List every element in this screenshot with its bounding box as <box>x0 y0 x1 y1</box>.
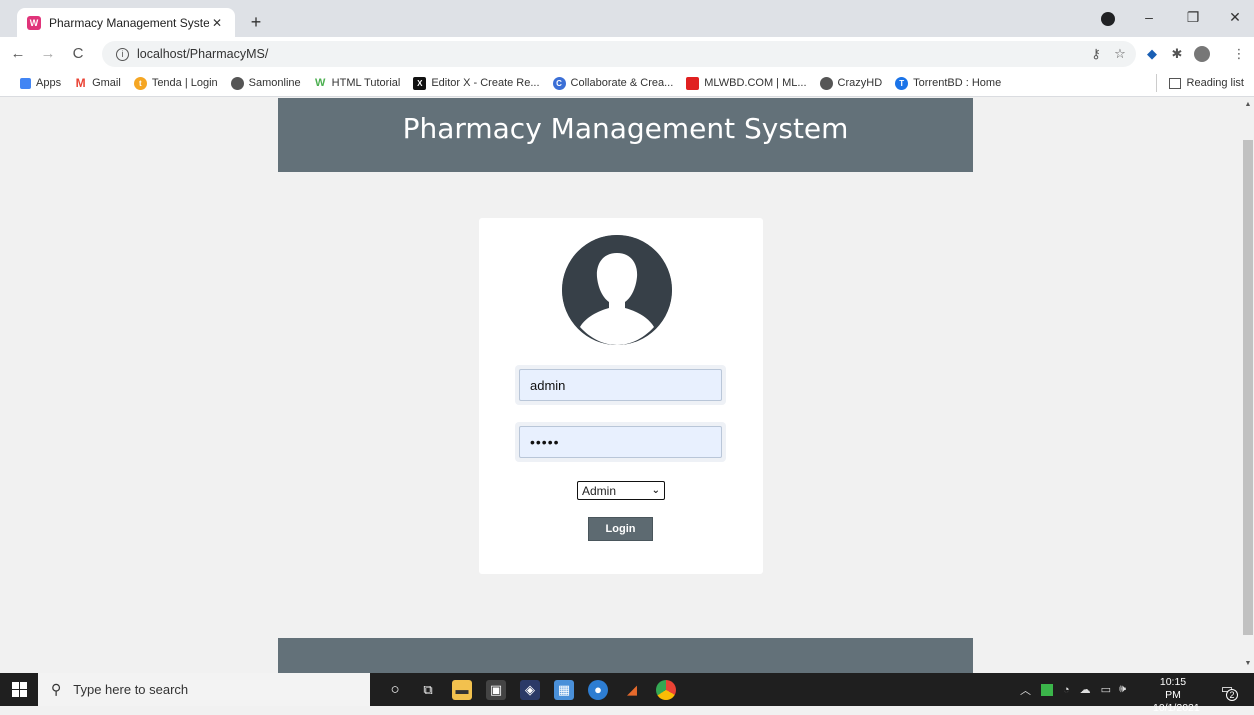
login-card: admin ••••• Admin ⌄ Login <box>479 218 763 574</box>
back-icon[interactable]: ← <box>6 45 30 62</box>
clock-time: 10:15 PM <box>1159 676 1187 701</box>
bookmark-html-tutorial[interactable]: W HTML Tutorial <box>314 76 401 90</box>
bookmark-crazyhd[interactable]: CrazyHD <box>819 76 883 90</box>
notification-count: 2 <box>1226 689 1238 701</box>
app-icon[interactable]: ▦ <box>554 680 574 700</box>
chevron-down-icon: ⌄ <box>651 485 660 496</box>
url-text: localhost/PharmacyMS/ <box>137 47 269 61</box>
restore-button[interactable]: ❐ <box>1180 6 1206 28</box>
bookmark-label: CrazyHD <box>837 77 883 89</box>
canva-icon: C <box>552 76 566 90</box>
bookmark-torrentbd[interactable]: T TorrentBD : Home <box>895 76 1002 90</box>
site-header: Pharmacy Management System <box>278 98 973 172</box>
tab-title: Pharmacy Management System <box>49 15 209 30</box>
chrome-icon[interactable] <box>656 680 676 700</box>
wampserver-favicon-icon: W <box>27 15 41 30</box>
reload-icon[interactable]: C <box>66 45 90 62</box>
firefox-icon[interactable]: ● <box>588 680 608 700</box>
globe-icon <box>230 76 244 90</box>
bookmark-label: Samonline <box>248 77 301 89</box>
reading-list-icon <box>1168 77 1181 89</box>
file-explorer-icon[interactable]: ▬ <box>452 680 472 700</box>
globe-icon <box>819 76 833 90</box>
role-select[interactable]: Admin ⌄ <box>577 481 665 500</box>
onedrive-cloud-icon[interactable]: ☁ <box>1080 683 1091 696</box>
scroll-up-arrow-icon[interactable]: ▲ <box>1243 101 1253 108</box>
bookmark-gmail[interactable]: M Gmail <box>74 75 121 90</box>
login-button[interactable]: Login <box>588 517 653 541</box>
page-viewport: Pharmacy Management System admin ••••• A… <box>0 98 1241 673</box>
minimize-button[interactable]: – <box>1136 6 1162 28</box>
task-view-icon[interactable]: ⧉ <box>418 680 438 700</box>
w3-icon: W <box>314 76 326 89</box>
close-tab-icon[interactable]: ✕ <box>209 16 225 30</box>
taskbar-clock[interactable]: 10:15 PM 10/1/2021 <box>1153 676 1200 715</box>
menu-kebab-icon[interactable]: ⋮ <box>1230 45 1248 63</box>
battery-icon[interactable]: ▭ <box>1101 683 1111 696</box>
bookmark-label: Gmail <box>92 77 121 89</box>
cortana-icon[interactable]: ○ <box>385 680 405 700</box>
bookmark-samonline[interactable]: Samonline <box>230 76 301 90</box>
password-field-wrapper: ••••• <box>515 422 726 462</box>
search-icon: ⚲ <box>51 681 62 697</box>
chevron-up-icon[interactable]: ︿ <box>1020 682 1031 698</box>
tray-app-icon[interactable] <box>1041 683 1053 696</box>
site-footer <box>278 638 973 673</box>
close-window-button[interactable]: ✕ <box>1222 6 1248 28</box>
bookmark-star-icon[interactable]: ☆ <box>1111 45 1129 63</box>
browser-tab[interactable]: W Pharmacy Management System ✕ <box>17 8 235 37</box>
microsoft-store-icon[interactable]: ▣ <box>486 680 506 700</box>
volume-icon[interactable]: 🕪 <box>1119 683 1126 696</box>
bookmarks-bar: Apps M Gmail t Tenda | Login Samonline W HT… <box>0 70 1254 97</box>
username-input[interactable]: admin <box>519 369 722 401</box>
system-tray: ︿ ◔ ☁ ▭ 🕪 <box>1020 673 1126 706</box>
editorx-icon: X <box>413 76 427 90</box>
browser-tab-strip: W Pharmacy Management System ✕ + – ❐ ✕ <box>0 0 1254 37</box>
apps-grid-icon <box>20 77 31 89</box>
profile-indicator-icon[interactable] <box>1101 12 1115 26</box>
site-info-icon[interactable]: i <box>116 47 129 61</box>
clock-date: 10/1/2021 <box>1153 702 1200 714</box>
gmail-icon: M <box>75 75 86 90</box>
taskbar-search-box[interactable]: ⚲ Type here to search <box>38 673 370 706</box>
user-avatar-icon <box>562 235 672 345</box>
matlab-icon[interactable]: ◢ <box>622 680 642 700</box>
wifi-icon[interactable]: ◔ <box>1063 684 1070 696</box>
windows-logo-icon <box>11 682 27 697</box>
bookmark-tenda[interactable]: t Tenda | Login <box>133 76 218 90</box>
torrentbd-icon: T <box>895 76 909 90</box>
app-icon[interactable]: ◈ <box>520 680 540 700</box>
page-title: Pharmacy Management System <box>402 111 849 145</box>
bookmark-label: TorrentBD : Home <box>913 77 1002 89</box>
bookmark-label: MLWBD.COM | ML... <box>704 77 807 89</box>
bookmark-label: Tenda | Login <box>151 77 218 89</box>
key-icon[interactable]: ⚷ <box>1087 45 1105 63</box>
extensions-puzzle-icon[interactable]: ✱ <box>1168 45 1186 63</box>
bookmark-label: HTML Tutorial <box>331 77 401 89</box>
new-tab-button[interactable]: + <box>245 11 267 33</box>
bookmark-label: Editor X - Create Re... <box>431 77 540 89</box>
bookmark-mlwbd[interactable]: MLWBD.COM | ML... <box>686 76 807 90</box>
reading-list-label: Reading list <box>1186 77 1244 89</box>
bookmark-editorx[interactable]: X Editor X - Create Re... <box>413 76 540 90</box>
windows-start-button[interactable] <box>0 673 38 706</box>
scroll-down-arrow-icon[interactable]: ▼ <box>1243 660 1253 667</box>
password-input[interactable]: ••••• <box>519 426 722 458</box>
reading-list-button[interactable]: Reading list <box>1155 74 1244 92</box>
bookmark-label: Apps <box>36 77 62 89</box>
bookmark-apps[interactable]: Apps <box>20 77 61 89</box>
tenda-icon: t <box>133 76 147 90</box>
search-placeholder: Type here to search <box>73 682 189 697</box>
notification-center-icon[interactable]: 2 ▭ <box>1218 681 1238 701</box>
extension-icon[interactable]: ◆ <box>1143 45 1161 63</box>
bookmark-label: Collaborate & Crea... <box>570 77 674 89</box>
profile-avatar-icon[interactable] <box>1194 46 1210 62</box>
bookmark-collaborate[interactable]: C Collaborate & Crea... <box>552 76 674 90</box>
role-selected-value: Admin <box>582 483 617 498</box>
username-field-wrapper: admin <box>515 365 726 405</box>
scrollbar-thumb[interactable] <box>1243 140 1253 635</box>
address-bar[interactable]: i localhost/PharmacyMS/ <box>102 41 1136 67</box>
forward-icon[interactable]: → <box>36 45 60 62</box>
mlwbd-icon <box>686 76 700 90</box>
